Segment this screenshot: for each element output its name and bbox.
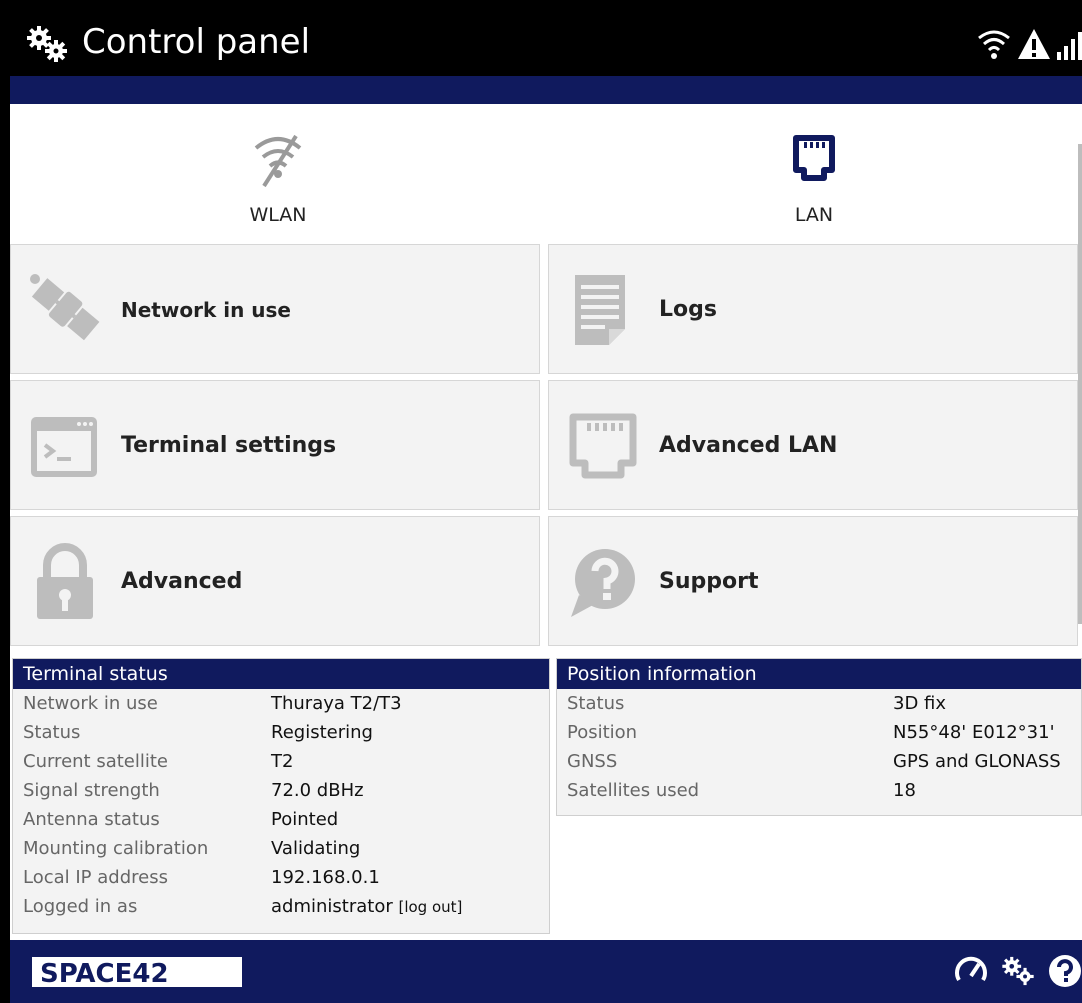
row-value: Thuraya T2/T3	[271, 693, 402, 714]
status-row: Signal strength 72.0 dBHz	[13, 776, 549, 805]
question-bubble-icon	[571, 549, 635, 617]
footer-icons	[954, 954, 1082, 988]
main-content: WLAN LAN Network in use Logs Terminal se…	[10, 104, 1082, 940]
signal-bars-icon[interactable]	[1056, 26, 1082, 62]
dashboard-icon[interactable]	[954, 954, 988, 988]
row-key: GNSS	[567, 751, 618, 772]
position-information-panel: Position information Status 3D fix Positi…	[556, 658, 1082, 816]
logged-in-user: administrator	[271, 896, 393, 917]
row-value: N55°48' E012°31'	[893, 722, 1055, 743]
row-key: Current satellite	[23, 751, 169, 772]
row-key: Logged in as	[23, 896, 138, 917]
warning-icon[interactable]	[1016, 26, 1052, 62]
gears-icon[interactable]	[24, 24, 70, 64]
status-row: Network in use Thuraya T2/T3	[13, 689, 549, 718]
row-key: Network in use	[23, 693, 158, 714]
row-key: Antenna status	[23, 809, 160, 830]
position-row: GNSS GPS and GLONASS	[557, 747, 1081, 776]
terminal-icon	[31, 417, 97, 477]
row-key: Satellites used	[567, 780, 700, 801]
gears-icon[interactable]	[1000, 954, 1036, 988]
lock-icon	[37, 543, 93, 619]
space42-logo: SPACE42	[32, 957, 242, 987]
scrollbar[interactable]	[1078, 144, 1082, 624]
logs-label: Logs	[659, 297, 717, 322]
wifi-icon[interactable]	[976, 26, 1012, 62]
row-key: Signal strength	[23, 780, 160, 801]
network-in-use-tile[interactable]: Network in use	[10, 244, 540, 374]
lan-port-icon	[569, 413, 637, 479]
network-in-use-label: Network in use	[121, 298, 291, 322]
lan-port-icon	[793, 135, 835, 181]
row-value: T2	[271, 751, 294, 772]
lan-label: LAN	[794, 204, 834, 226]
help-icon[interactable]	[1048, 954, 1082, 988]
row-key: Local IP address	[23, 867, 168, 888]
advanced-tile[interactable]: Advanced	[10, 516, 540, 646]
position-information-title: Position information	[557, 659, 1081, 689]
status-row: Local IP address 192.168.0.1	[13, 863, 549, 892]
lan-link[interactable]: LAN	[546, 104, 1082, 244]
position-row: Satellites used 18	[557, 776, 1081, 805]
terminal-settings-tile[interactable]: Terminal settings	[10, 380, 540, 510]
terminal-settings-label: Terminal settings	[121, 433, 337, 458]
advanced-lan-label: Advanced LAN	[659, 433, 838, 458]
status-row: Status Registering	[13, 718, 549, 747]
svg-text:SPACE42: SPACE42	[40, 959, 169, 987]
row-value: 72.0 dBHz	[271, 780, 364, 801]
satellite-icon	[30, 274, 100, 341]
header-band	[10, 76, 1082, 104]
terminal-status-panel: Terminal status Network in use Thuraya T2…	[12, 658, 550, 934]
status-row: Logged in as administrator [log out]	[13, 892, 549, 921]
status-row: Antenna status Pointed	[13, 805, 549, 834]
status-row: Mounting calibration Validating	[13, 834, 549, 863]
row-value: Pointed	[271, 809, 339, 830]
advanced-lan-tile[interactable]: Advanced LAN	[548, 380, 1078, 510]
bottom-bar: SPACE42	[10, 940, 1082, 1003]
row-value: 3D fix	[893, 693, 947, 714]
status-icons	[976, 24, 1082, 64]
wifi-off-icon	[254, 134, 302, 188]
row-key: Status	[567, 693, 625, 714]
row-value: GPS and GLONASS	[893, 751, 1061, 772]
row-value: Registering	[271, 722, 373, 743]
logs-tile[interactable]: Logs	[548, 244, 1078, 374]
document-icon	[575, 275, 625, 345]
log-out-link[interactable]: [log out]	[398, 898, 462, 916]
status-row: Current satellite T2	[13, 747, 549, 776]
terminal-status-title: Terminal status	[13, 659, 549, 689]
row-key: Status	[23, 722, 81, 743]
row-value: 18	[893, 780, 916, 801]
support-label: Support	[659, 569, 759, 594]
position-row: Position N55°48' E012°31'	[557, 718, 1081, 747]
wlan-link[interactable]: WLAN	[10, 104, 546, 244]
top-bar: Control panel	[10, 10, 1082, 76]
row-value: administrator [log out]	[271, 892, 462, 922]
support-tile[interactable]: Support	[548, 516, 1078, 646]
row-key: Mounting calibration	[23, 838, 209, 859]
page-title: Control panel	[82, 22, 311, 62]
row-key: Position	[567, 722, 638, 743]
row-value: Validating	[271, 838, 361, 859]
advanced-label: Advanced	[121, 569, 243, 594]
position-row: Status 3D fix	[557, 689, 1081, 718]
wlan-label: WLAN	[249, 204, 307, 226]
row-value: 192.168.0.1	[271, 867, 380, 888]
